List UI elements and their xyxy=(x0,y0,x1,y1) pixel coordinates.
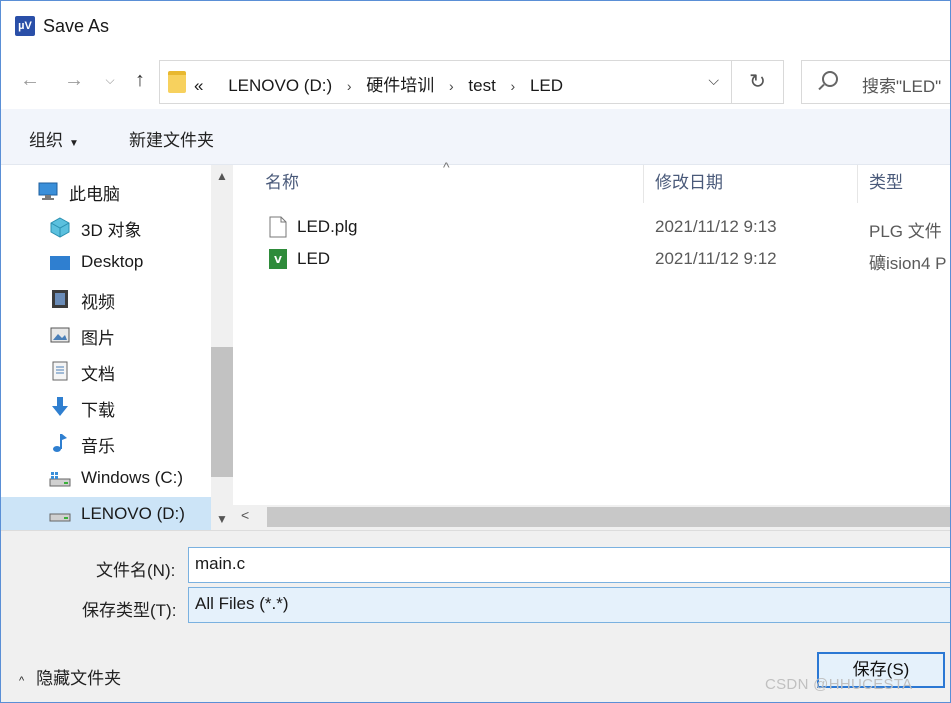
file-date: 2021/11/12 9:12 xyxy=(655,249,777,268)
sidebar-item-label: LENOVO (D:) xyxy=(81,504,185,523)
scrollbar-thumb[interactable] xyxy=(267,507,950,527)
save-form: 文件名(N): main.c 保存类型(T): All Files (*.*) … xyxy=(1,530,950,702)
filename-input[interactable]: main.c xyxy=(188,547,950,583)
save-as-dialog: µV Save As ← → ⌵ ↑ « LENOVO (D:) › 硬件培训 … xyxy=(0,0,951,703)
up-arrow-icon[interactable]: ↑ xyxy=(127,67,153,93)
filename-label: 文件名(N): xyxy=(96,561,176,580)
breadcrumb-item-training[interactable]: 硬件培训 xyxy=(366,76,434,95)
watermark: CSDN @HHUCESTA xyxy=(765,676,913,693)
chevron-right-icon[interactable]: › xyxy=(337,78,362,94)
video-icon xyxy=(52,290,68,308)
breadcrumb-item-test[interactable]: test xyxy=(468,76,495,95)
recent-locations-chevron-icon[interactable]: ⌵ xyxy=(97,67,123,93)
column-divider[interactable] xyxy=(857,165,858,203)
new-folder-button[interactable]: 新建文件夹 xyxy=(129,126,214,151)
scroll-left-icon[interactable]: < xyxy=(241,507,249,523)
command-toolbar: 组织 ▼ 新建文件夹 xyxy=(1,109,950,165)
file-date: 2021/11/12 9:13 xyxy=(655,217,777,236)
organize-menu-button[interactable]: 组织 ▼ xyxy=(29,126,79,151)
drive-icon xyxy=(49,472,71,487)
sidebar-item-documents[interactable]: 文档 xyxy=(1,353,211,389)
chevron-up-icon: ^ xyxy=(19,675,25,687)
file-icon xyxy=(269,216,287,238)
sidebar-item-3d-objects[interactable]: 3D 对象 xyxy=(1,209,211,245)
file-type: 礦ision4 P xyxy=(869,254,947,273)
column-header-type[interactable]: 类型 xyxy=(869,165,950,203)
caret-down-icon: ▼ xyxy=(69,138,79,149)
hide-folders-toggle[interactable]: ^ 隐藏文件夹 xyxy=(19,664,121,689)
sidebar-item-videos[interactable]: 视频 xyxy=(1,281,211,317)
chevron-right-icon[interactable]: › xyxy=(501,78,526,94)
scroll-up-icon[interactable]: ▲ xyxy=(211,165,233,187)
sidebar-item-label: 下载 xyxy=(81,401,115,420)
3d-objects-icon xyxy=(50,217,70,238)
scroll-down-icon[interactable]: ▼ xyxy=(211,508,233,530)
sidebar-item-desktop[interactable]: Desktop xyxy=(1,245,211,281)
sidebar-item-music[interactable]: 音乐 xyxy=(1,425,211,461)
title-bar: µV Save As xyxy=(1,1,950,53)
file-type: PLG 文件 xyxy=(869,222,942,241)
downloads-icon xyxy=(52,397,68,416)
sidebar-item-label: 此电脑 xyxy=(69,185,120,204)
file-name: LED xyxy=(297,249,331,268)
sidebar-item-drive-d[interactable]: LENOVO (D:) xyxy=(1,497,211,530)
address-dropdown-chevron-icon[interactable]: ⌵ xyxy=(708,72,719,89)
sidebar-item-label: Windows (C:) xyxy=(81,468,184,487)
search-box[interactable]: 搜索"LED" xyxy=(801,60,950,104)
sidebar-item-label: 图片 xyxy=(81,329,115,348)
search-icon xyxy=(822,71,838,87)
sidebar-scrollbar[interactable]: ▲ ▼ xyxy=(211,165,233,530)
search-placeholder: 搜索"LED" xyxy=(862,77,942,96)
drive-icon xyxy=(49,513,71,522)
window-title: Save As xyxy=(43,16,110,36)
file-list: ^ 名称 修改日期 类型 LED.plg 2021/11/12 9:13 PLG… xyxy=(233,159,950,505)
column-divider[interactable] xyxy=(643,165,644,203)
sidebar-item-label: 文档 xyxy=(81,365,115,384)
uvision-app-icon: µV xyxy=(15,16,35,36)
filetype-select[interactable]: All Files (*.*) xyxy=(188,587,950,623)
address-bar[interactable]: « LENOVO (D:) › 硬件培训 › test › LED ⌵ xyxy=(159,60,732,104)
navigation-pane: 此电脑 3D 对象 Desktop 视频 图片 文档 下载 音乐 Windows… xyxy=(1,165,211,530)
music-icon xyxy=(53,434,67,452)
documents-icon xyxy=(52,361,68,381)
pictures-icon xyxy=(50,327,70,343)
breadcrumb-item-drive[interactable]: LENOVO (D:) xyxy=(228,76,332,95)
breadcrumb-separator xyxy=(208,78,228,94)
column-header-date[interactable]: 修改日期 xyxy=(655,165,855,203)
sidebar-item-drive-c[interactable]: Windows (C:) xyxy=(1,461,211,497)
sidebar-item-label: Desktop xyxy=(81,252,144,271)
refresh-icon[interactable]: ↻ xyxy=(732,60,784,104)
breadcrumb-item-led[interactable]: LED xyxy=(530,76,563,95)
breadcrumb-overflow[interactable]: « xyxy=(194,76,203,95)
folder-icon xyxy=(168,71,186,93)
column-header-name[interactable]: 名称 xyxy=(265,165,643,203)
sidebar-item-this-pc[interactable]: 此电脑 xyxy=(1,173,211,209)
file-list-horizontal-scrollbar[interactable]: < xyxy=(233,505,950,530)
sidebar-item-label: 3D 对象 xyxy=(81,221,142,240)
navigation-bar: ← → ⌵ ↑ « LENOVO (D:) › 硬件培训 › test › LE… xyxy=(1,53,950,109)
desktop-icon xyxy=(50,256,70,270)
sidebar-item-label: 视频 xyxy=(81,293,115,312)
sidebar-item-pictures[interactable]: 图片 xyxy=(1,317,211,353)
uvision-project-icon: V xyxy=(269,249,287,269)
sidebar-item-downloads[interactable]: 下载 xyxy=(1,389,211,425)
forward-arrow-icon[interactable]: → xyxy=(61,67,87,93)
chevron-right-icon[interactable]: › xyxy=(439,78,464,94)
sidebar-item-label: 音乐 xyxy=(81,437,115,456)
organize-label: 组织 xyxy=(29,131,63,150)
breadcrumb: « LENOVO (D:) › 硬件培训 › test › LED xyxy=(194,71,563,96)
filetype-label: 保存类型(T): xyxy=(82,601,177,620)
computer-icon xyxy=(38,182,58,200)
svg-text:V: V xyxy=(274,255,282,266)
file-row[interactable]: LED.plg 2021/11/12 9:13 PLG 文件 xyxy=(233,211,950,243)
back-arrow-icon[interactable]: ← xyxy=(17,67,43,93)
hide-folders-label: 隐藏文件夹 xyxy=(36,669,122,688)
file-name: LED.plg xyxy=(297,217,358,236)
file-row[interactable]: V LED 2021/11/12 9:12 礦ision4 P xyxy=(233,243,950,275)
scrollbar-thumb[interactable] xyxy=(211,347,233,477)
